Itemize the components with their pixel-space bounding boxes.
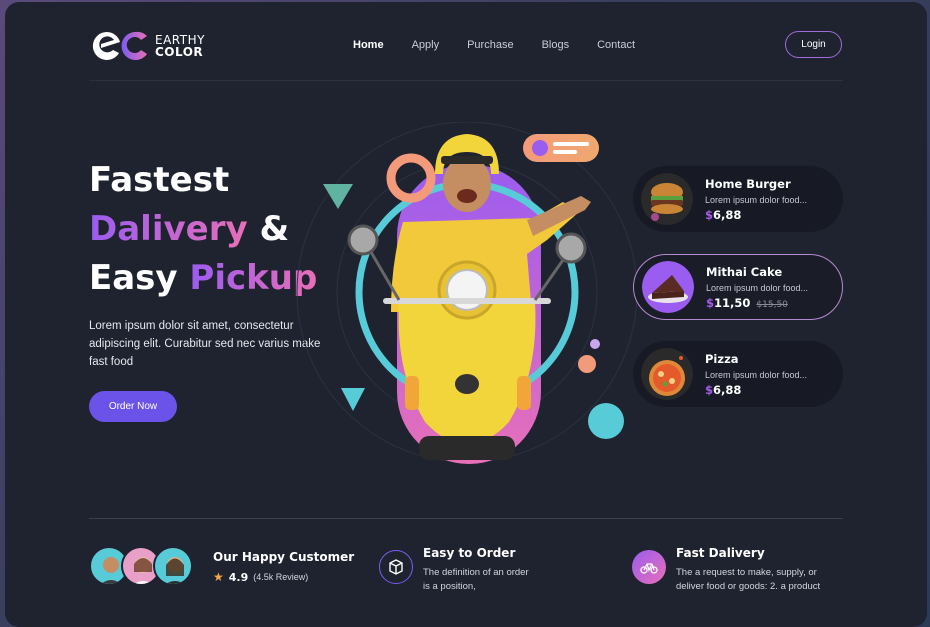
nav-contact[interactable]: Contact [597, 39, 635, 51]
price-value: 6,88 [713, 382, 742, 397]
product-price: $11,50 $15,50 [706, 296, 808, 310]
hero-title-line2-rest: & [247, 209, 290, 249]
feature-title: Fast Dalivery [676, 546, 765, 560]
hero-title-line3: Easy Pickup [89, 254, 317, 303]
nav-purchase[interactable]: Purchase [467, 39, 513, 51]
product-desc: Lorem ipsum dolor food... [705, 369, 808, 380]
product-desc: Lorem ipsum dolor food... [705, 194, 808, 205]
currency: $ [705, 382, 714, 397]
review-count: (4.5k Review) [253, 572, 309, 582]
product-desc: Lorem ipsum dolor food... [706, 282, 809, 293]
feature-title: Easy to Order [423, 546, 516, 560]
order-now-button[interactable]: Order Now [89, 391, 177, 422]
nav-apply[interactable]: Apply [412, 39, 440, 51]
feature-desc-line2: deliver food or goods: 2. a product [676, 581, 821, 592]
currency: $ [706, 295, 715, 310]
login-button[interactable]: Login [785, 31, 842, 58]
pizza-image [641, 348, 693, 400]
bicycle-icon [632, 550, 666, 584]
product-info: Pizza Lorem ipsum dolor food... $6,88 [705, 352, 807, 397]
product-price: $6,88 [705, 383, 807, 397]
logo-mark-icon [92, 31, 147, 60]
feature-desc-line1: The definition of an order [423, 567, 529, 578]
product-card-pizza[interactable]: Pizza Lorem ipsum dolor food... $6,88 [633, 341, 843, 407]
bottom-divider [89, 518, 843, 519]
star-icon: ★ [213, 570, 224, 584]
rating-value: 4.9 [228, 570, 249, 584]
happy-customer-title: Our Happy Customer [213, 550, 355, 564]
brand-name: EARTHY COLOR [155, 34, 205, 58]
product-card-burger[interactable]: Home Burger Lorem ipsum dolor food... $6… [633, 166, 843, 232]
hero-title-line1: Fastest [89, 160, 230, 200]
hero-title-highlight-1: Dalivery [89, 209, 248, 249]
product-card-cake[interactable]: Mithai Cake Lorem ipsum dolor food... $1… [633, 254, 843, 320]
currency: $ [705, 207, 714, 222]
customer-avatars [89, 546, 193, 586]
customer-rating: ★ 4.9 (4.5k Review) [213, 570, 308, 584]
hero-title-line2: Dalivery & [89, 205, 317, 254]
feature-desc-line2: is a position, [423, 581, 476, 592]
product-name: Mithai Cake [706, 264, 783, 279]
brand-line2: COLOR [155, 45, 204, 59]
nav-divider [89, 80, 843, 81]
brand-logo[interactable]: EARTHY COLOR [89, 28, 205, 64]
product-info: Mithai Cake Lorem ipsum dolor food... $1… [706, 265, 808, 310]
main-nav: Home Apply Purchase Blogs Contact [353, 39, 663, 51]
feature-desc-line1: The a request to make, supply, or [676, 567, 817, 578]
feature-desc: The a request to make, supply, or delive… [676, 566, 820, 594]
product-name: Pizza [705, 351, 739, 366]
hero-description: Lorem ipsum dolor sit amet, consectetur … [89, 320, 321, 368]
nav-home[interactable]: Home [353, 39, 384, 51]
old-price: $15,50 [756, 299, 788, 310]
burger-image [641, 173, 693, 225]
cake-image [642, 261, 694, 313]
page-frame: EARTHY COLOR Home Apply Purchase Blogs C… [5, 2, 927, 627]
hero-title: Fastest Dalivery & Easy Pickup [89, 156, 317, 303]
product-name: Home Burger [705, 176, 791, 191]
hero-title-line3-plain: Easy [89, 258, 190, 298]
product-info: Home Burger Lorem ipsum dolor food... $6… [705, 177, 807, 222]
delivery-hero-image [296, 122, 638, 464]
price-value: 11,50 [714, 295, 751, 310]
avatar [153, 546, 193, 586]
nav-blogs[interactable]: Blogs [542, 39, 570, 51]
product-price: $6,88 [705, 208, 807, 222]
price-value: 6,88 [713, 207, 742, 222]
feature-desc: The definition of an order is a position… [423, 566, 529, 594]
box-icon [379, 550, 413, 584]
